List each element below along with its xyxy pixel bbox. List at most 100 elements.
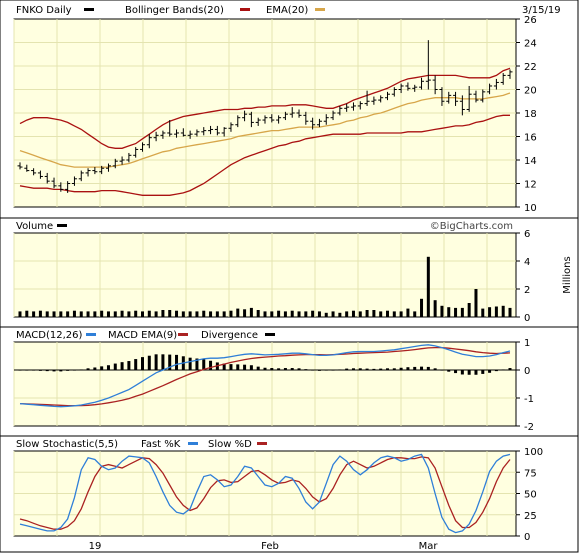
divergence-bar bbox=[277, 368, 281, 370]
y-tick-label: 50 bbox=[524, 490, 537, 501]
volume-bar bbox=[113, 311, 117, 317]
divergence-swatch bbox=[265, 333, 275, 336]
divergence-bar bbox=[229, 364, 233, 370]
volume-bar bbox=[379, 311, 383, 317]
volume-bar bbox=[467, 303, 471, 317]
divergence-bar bbox=[467, 370, 471, 375]
volume-bar bbox=[256, 310, 260, 317]
volume-bar bbox=[433, 300, 437, 317]
divergence-bar bbox=[447, 370, 451, 372]
divergence-bar bbox=[256, 366, 260, 370]
volume-bar bbox=[229, 310, 233, 317]
volume-bar bbox=[175, 310, 179, 317]
volume-bar bbox=[358, 311, 362, 317]
volume-panel: 0 2 4 6 Volume ©BigCharts.com Millions bbox=[0, 217, 579, 328]
divergence-bar bbox=[345, 368, 349, 370]
y-tick-label: 18 bbox=[524, 109, 537, 120]
divergence-bar bbox=[283, 368, 287, 370]
x-axis-label: Feb bbox=[261, 541, 279, 552]
y-tick-label: 75 bbox=[524, 468, 537, 479]
y-tick-label: 100 bbox=[524, 447, 543, 458]
chart-canvas: 101214161820222426 FNKO Daily Bollinger … bbox=[0, 0, 579, 553]
volume-bar bbox=[141, 311, 144, 317]
macd-title: MACD(12,26) bbox=[16, 330, 83, 341]
volume-bar bbox=[297, 311, 301, 317]
divergence-bar bbox=[304, 369, 308, 370]
divergence-bar bbox=[25, 370, 29, 371]
volume-bar bbox=[215, 311, 219, 317]
divergence-bar bbox=[379, 368, 383, 370]
volume-bar bbox=[460, 307, 464, 317]
ema-swatch bbox=[315, 8, 325, 11]
volume-bar bbox=[236, 308, 240, 317]
y-tick-label: 26 bbox=[524, 15, 537, 26]
divergence-bar bbox=[474, 370, 478, 375]
divergence-bar bbox=[365, 368, 369, 370]
volume-bar bbox=[134, 310, 138, 317]
divergence-bar bbox=[188, 357, 192, 370]
volume-bar bbox=[188, 311, 192, 317]
volume-bar bbox=[351, 310, 355, 317]
divergence-bar bbox=[72, 370, 76, 371]
volume-title: Volume bbox=[16, 221, 53, 232]
divergence-bar bbox=[120, 362, 124, 370]
y-tick-label: 16 bbox=[524, 133, 537, 144]
volume-bar bbox=[406, 308, 410, 317]
y-tick-label: 12 bbox=[524, 180, 537, 191]
volume-bar bbox=[338, 312, 342, 317]
y-tick-label: 0 bbox=[524, 366, 530, 377]
y-tick-label: 10 bbox=[524, 203, 537, 214]
divergence-bar bbox=[358, 368, 362, 370]
volume-bar bbox=[277, 310, 281, 317]
volume-bar bbox=[481, 308, 485, 317]
divergence-bar bbox=[488, 370, 492, 373]
divergence-bar bbox=[134, 359, 138, 370]
volume-bar bbox=[222, 311, 226, 317]
volume-bar bbox=[72, 310, 76, 317]
volume-bar bbox=[38, 310, 42, 317]
x-axis-label: Mar bbox=[419, 541, 439, 552]
divergence-bar bbox=[154, 354, 158, 370]
bollinger-label: Bollinger Bands(20) bbox=[125, 5, 224, 16]
volume-bar bbox=[386, 310, 389, 317]
volume-bar bbox=[243, 309, 247, 317]
y-tick-label: 4 bbox=[524, 257, 530, 268]
volume-bar bbox=[249, 307, 253, 317]
y-tick-label: -2 bbox=[524, 422, 534, 433]
bollinger-swatch bbox=[240, 8, 250, 11]
divergence-bar bbox=[18, 370, 22, 371]
volume-bar bbox=[365, 310, 369, 317]
divergence-bar bbox=[413, 366, 417, 370]
divergence-bar bbox=[481, 370, 485, 374]
divergence-bar bbox=[59, 370, 63, 372]
volume-bar bbox=[168, 310, 172, 317]
divergence-bar bbox=[127, 361, 131, 370]
divergence-bar bbox=[161, 354, 165, 370]
y-tick-label: 0 bbox=[524, 532, 530, 543]
volume-bar bbox=[317, 311, 321, 317]
macd-swatch bbox=[86, 333, 96, 336]
divergence-bar bbox=[45, 370, 49, 372]
divergence-bar bbox=[263, 367, 267, 370]
volume-bar bbox=[52, 311, 56, 317]
divergence-bar bbox=[460, 370, 464, 375]
divergence-bar bbox=[433, 368, 437, 370]
volume-bar bbox=[154, 311, 158, 317]
divergence-bar bbox=[426, 366, 430, 370]
stock-chart: 10 12 14 16 18 20 22 24 26 FNKO Daily Bollinger … bbox=[0, 0, 579, 553]
y-tick-label: 2 bbox=[524, 285, 530, 296]
stochastic-title: Slow Stochastic(5,5) bbox=[16, 439, 118, 450]
divergence-bar bbox=[100, 366, 104, 370]
divergence-bar bbox=[399, 367, 403, 370]
ticker-label: FNKO Daily bbox=[16, 5, 72, 16]
volume-bar bbox=[59, 311, 63, 317]
slow-d-label: Slow %D bbox=[208, 439, 252, 450]
volume-bar bbox=[106, 311, 110, 317]
divergence-bar bbox=[52, 370, 56, 372]
volume-bar bbox=[45, 311, 49, 317]
volume-bar bbox=[263, 311, 267, 317]
divergence-bar bbox=[106, 365, 110, 370]
volume-bar bbox=[440, 305, 444, 317]
volume-bar bbox=[161, 310, 165, 317]
volume-bar bbox=[508, 307, 512, 317]
